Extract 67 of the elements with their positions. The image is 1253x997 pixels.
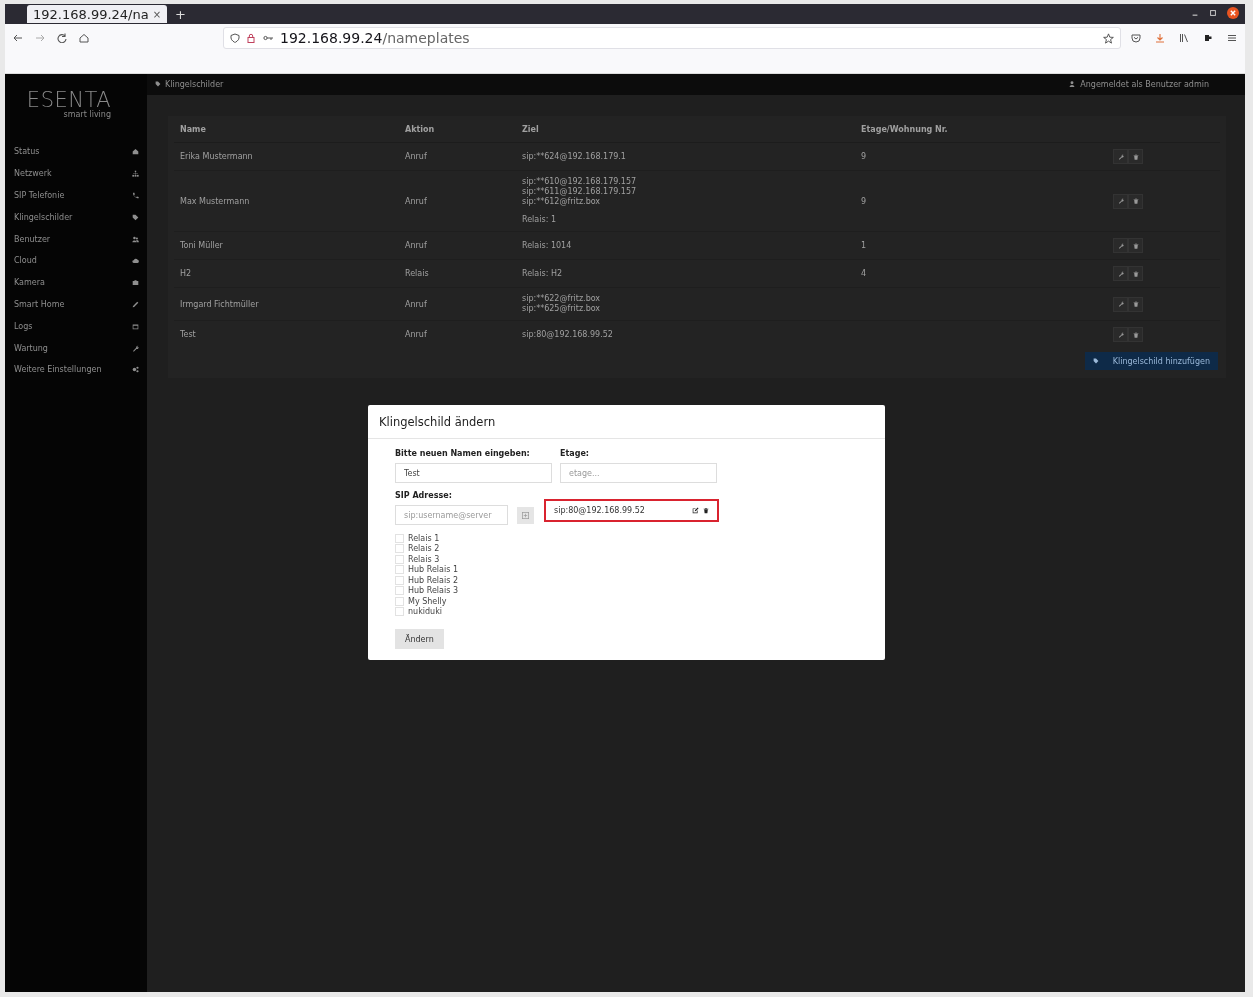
sidebar-item[interactable]: Wartung [5, 337, 147, 359]
new-tab-button[interactable]: + [175, 7, 186, 22]
table-cell: 9 [855, 170, 1107, 232]
target-text: sip:**624@192.168.179.1 [522, 151, 627, 162]
sidebar-item[interactable]: Logs [5, 315, 147, 338]
target-text: sip:**622@fritz.box [522, 294, 602, 304]
checkbox-label: Relais 3 [408, 554, 440, 564]
sip-address-field[interactable]: sip:username@server [395, 505, 508, 525]
target-text: sip:**611@192.168.179.157 [522, 187, 638, 197]
sidebar-item[interactable]: Weitere Einstellungen [5, 358, 147, 381]
field-label: Etage: [560, 449, 591, 458]
sip-entry-text: sip:80@192.168.99.52 [554, 505, 645, 515]
table-cell: Relais [399, 259, 516, 288]
target-text: sip:**610@192.168.179.157 [522, 177, 638, 187]
table-cell: 1 [855, 231, 1107, 260]
target-text: sip:**625@fritz.box [522, 304, 602, 314]
address-bar[interactable]: 192.168.99.24/nameplates [223, 27, 1121, 49]
field-label: Bitte neuen Namen eingeben: [395, 449, 531, 458]
target-text: Relais: H2 [522, 268, 563, 279]
table-cell: Anruf [399, 142, 516, 171]
checkbox-label: Hub Relais 2 [408, 575, 458, 585]
floor-field[interactable]: etage... [560, 463, 717, 483]
table-cell: Anruf [399, 170, 516, 232]
column-header: Ziel [516, 116, 855, 143]
checkbox-label: My Shelly [408, 596, 447, 606]
tab-close-button[interactable]: × [152, 8, 162, 20]
target-text: Relais: 1 [522, 215, 557, 225]
checkbox-label: Hub Relais 1 [408, 565, 458, 575]
checkbox-label: nukiduki [408, 607, 442, 617]
target-text: sip:**612@fritz.box [522, 197, 602, 207]
sidebar-item[interactable]: Smart Home [5, 293, 147, 316]
modal-title: Klingelschild ändern [379, 414, 496, 429]
table-cell: 4 [855, 259, 1107, 288]
sidebar-item[interactable]: Benutzer [5, 228, 147, 250]
name-field[interactable]: Test [395, 463, 552, 483]
submit-button[interactable]: Ändern [395, 629, 444, 649]
checkbox-label: Hub Relais 3 [408, 586, 458, 596]
logged-in-user: Angemeldet als Benutzer admin [1080, 80, 1209, 89]
table-cell: Irmgard Fichtmüller [174, 287, 399, 321]
checkbox-label: Relais 2 [408, 544, 440, 554]
field-label: SIP Adresse: [395, 491, 452, 500]
table-cell: 9 [855, 142, 1107, 171]
column-header: Aktion [399, 116, 516, 143]
sidebar-item[interactable]: Klingelschilder [5, 206, 147, 229]
sidebar-item[interactable]: SIP Telefonie [5, 184, 147, 207]
column-header: Etage/Wohnung Nr. [855, 116, 1107, 143]
column-header: Name [174, 116, 399, 143]
sidebar-item[interactable]: Netzwerk [5, 162, 147, 185]
table-cell: Max Mustermann [174, 170, 399, 232]
url-text: 192.168.99.24/nameplates [280, 30, 470, 46]
page-title: Klingelschilder [165, 80, 224, 89]
table-cell: Erika Mustermann [174, 142, 399, 171]
table-cell: H2 [174, 259, 399, 288]
add-nameplate-button[interactable]: Klingelschild hinzufügen [1084, 352, 1218, 370]
table-cell: Anruf [399, 231, 516, 260]
sidebar-item[interactable]: Cloud [5, 250, 147, 272]
browser-tab[interactable]: 192.168.99.24/na × [27, 5, 168, 23]
table-cell: Test [174, 320, 399, 348]
table-cell: Anruf [399, 287, 516, 321]
sidebar-item[interactable]: Status [5, 141, 147, 163]
target-text: sip:80@192.168.99.52 [522, 329, 614, 340]
table-cell: Toni Müller [174, 231, 399, 260]
table-cell: Anruf [399, 320, 516, 348]
sidebar-item[interactable]: Kamera [5, 271, 147, 294]
logo-tagline: smart living [63, 110, 111, 119]
target-text: Relais: 1014 [522, 240, 573, 251]
checkbox-label: Relais 1 [408, 533, 440, 543]
